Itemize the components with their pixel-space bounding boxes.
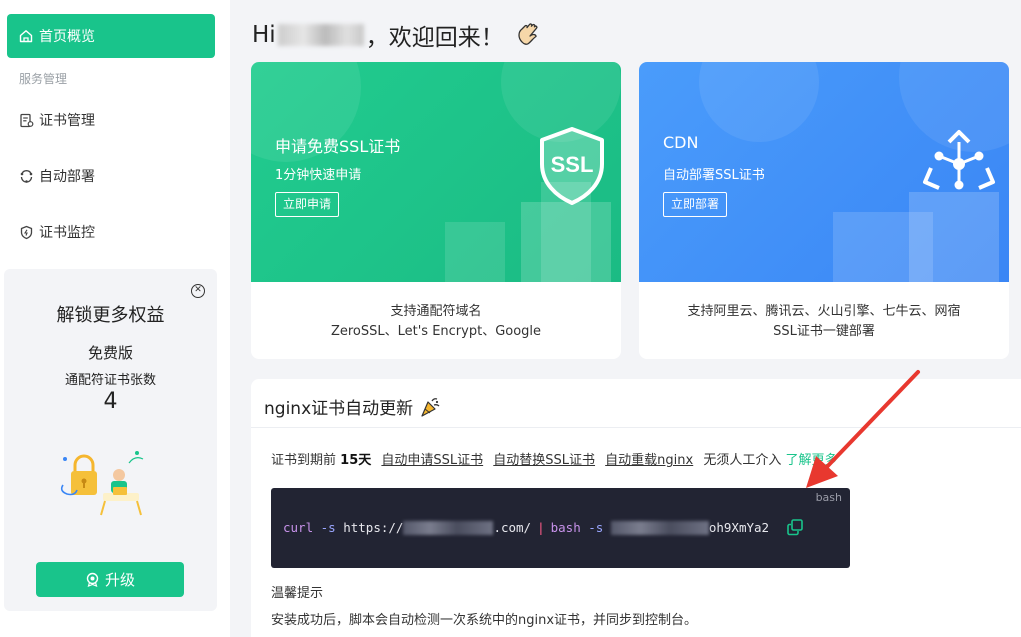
wildcard-count: 4 [103, 389, 118, 414]
copy-icon[interactable] [786, 518, 804, 536]
sidebar-item-label: 自动部署 [39, 169, 95, 185]
certificate-icon [20, 113, 34, 127]
step-link-replace[interactable]: 自动替换SSL证书 [493, 453, 595, 468]
home-icon [19, 30, 33, 43]
wildcard-count-label: 通配符证书张数 [64, 373, 156, 388]
steps-days: 15天 [340, 453, 372, 468]
code-token: -s [320, 520, 336, 535]
step-link-reload[interactable]: 自动重载nginx [605, 453, 693, 468]
panel-title: nginx证书自动更新 [264, 394, 441, 419]
ssl-card-title: 申请免费SSL证书 [275, 137, 401, 156]
steps-prefix: 证书到期前 [271, 453, 337, 468]
code-token: https:// [343, 520, 404, 535]
sidebar-item-label: 证书监控 [39, 225, 95, 241]
unlock-illustration-icon [60, 451, 144, 516]
sidebar-item-home[interactable]: 首页概览 [7, 14, 215, 58]
greeting-suffix: ，欢迎回来！ [365, 25, 504, 51]
promo-title: 解锁更多权益 [56, 305, 165, 326]
greeting: Hi ，欢迎回来！ [252, 18, 544, 52]
apply-now-button[interactable]: 立即申请 [275, 192, 340, 217]
redacted-domain [403, 520, 494, 535]
cdn-card-title: CDN [663, 133, 699, 152]
redacted-token [610, 520, 709, 535]
sidebar-item-label: 证书管理 [39, 113, 95, 129]
step-link-apply[interactable]: 自动申请SSL证书 [381, 453, 483, 468]
deploy-icon [20, 169, 33, 183]
cdn-desc-line1: 支持阿里云、腾讯云、火山引擎、七牛云、网宿 [687, 304, 961, 319]
cdn-card-description: 支持阿里云、腾讯云、火山引擎、七牛云、网宿 SSL证书一键部署 [639, 302, 1009, 342]
code-token: curl [283, 520, 314, 535]
section-label: 服务管理 [19, 72, 68, 86]
shield-icon [20, 225, 33, 239]
tip-text: 安装成功后，脚本会自动检测一次系统中的nginx证书，并同步到控制台。 [271, 613, 698, 628]
ssl-card-description: 支持通配符域名 ZeroSSL、Let's Encrypt、Google [251, 302, 621, 342]
renew-steps: 证书到期前 15天 自动申请SSL证书 自动替换SSL证书 自动重载nginx … [271, 449, 838, 468]
code-token: bash [550, 520, 581, 535]
ssl-desc-line2: ZeroSSL、Let's Encrypt、Google [330, 324, 542, 339]
tip-title: 温馨提示 [271, 586, 324, 601]
ssl-card-banner: 申请免费SSL证书 1分钟快速申请 立即申请 SSL [251, 62, 621, 282]
vip-badge-icon [86, 572, 99, 587]
ssl-card[interactable]: 申请免费SSL证书 1分钟快速申请 立即申请 SSL 支持通配符域名 ZeroS… [251, 62, 621, 359]
ssl-shield-icon: SSL [540, 127, 604, 205]
plan-name: 免费版 [87, 344, 133, 362]
greeting-prefix: Hi [252, 22, 276, 48]
code-token: oh9XmYa2 [708, 520, 770, 535]
annotation-arrow-icon [806, 370, 920, 488]
sidebar-item-auto-deploy[interactable]: 自动部署 [19, 165, 95, 187]
sidebar-item-label: 首页概览 [39, 29, 95, 45]
panel-title-text: nginx证书自动更新 [264, 399, 414, 419]
cdn-card[interactable]: CDN 自动部署SSL证书 立即部署 支持阿里云、腾讯云、火山引擎、七牛云、网宿… [639, 62, 1009, 359]
sidebar-item-cert-monitor[interactable]: 证书监控 [19, 221, 95, 243]
install-command[interactable]: curl -s https:// .com/ | bash -s oh9XmYa2 [283, 520, 769, 535]
ssl-card-subtitle: 1分钟快速申请 [275, 168, 362, 183]
cdn-card-subtitle: 自动部署SSL证书 [663, 168, 765, 183]
sidebar: 首页概览 服务管理 证书管理 自动部署 证书监控 ✕ 解锁更多权益 免费版 通配… [0, 0, 230, 637]
cdn-card-banner: CDN 自动部署SSL证书 立即部署 [639, 62, 1009, 282]
code-token: .com/ [493, 520, 532, 535]
install-command-block: bash curl -s https:// .com/ | bash -s oh9Xm… [271, 488, 850, 568]
cdn-desc-line2: SSL证书一键部署 [773, 324, 875, 339]
ssl-desc-line1: 支持通配符域名 [390, 304, 482, 319]
upgrade-label: 升级 [104, 571, 135, 589]
upgrade-button[interactable]: 升级 [36, 562, 184, 597]
upgrade-promo: ✕ 解锁更多权益 免费版 通配符证书张数 4 升级 [4, 269, 217, 611]
redacted-username [277, 24, 364, 46]
deploy-now-button[interactable]: 立即部署 [663, 192, 728, 217]
close-icon[interactable]: ✕ [191, 284, 205, 298]
ssl-badge-text: SSL [551, 152, 594, 177]
party-popper-icon [421, 397, 440, 417]
cdn-network-icon [923, 130, 995, 190]
steps-suffix: 无须人工介入 [703, 453, 782, 468]
waving-hand-icon [518, 23, 538, 45]
code-token: -s [588, 520, 604, 535]
code-token: | [537, 520, 545, 535]
sidebar-item-cert-manage[interactable]: 证书管理 [19, 109, 95, 131]
